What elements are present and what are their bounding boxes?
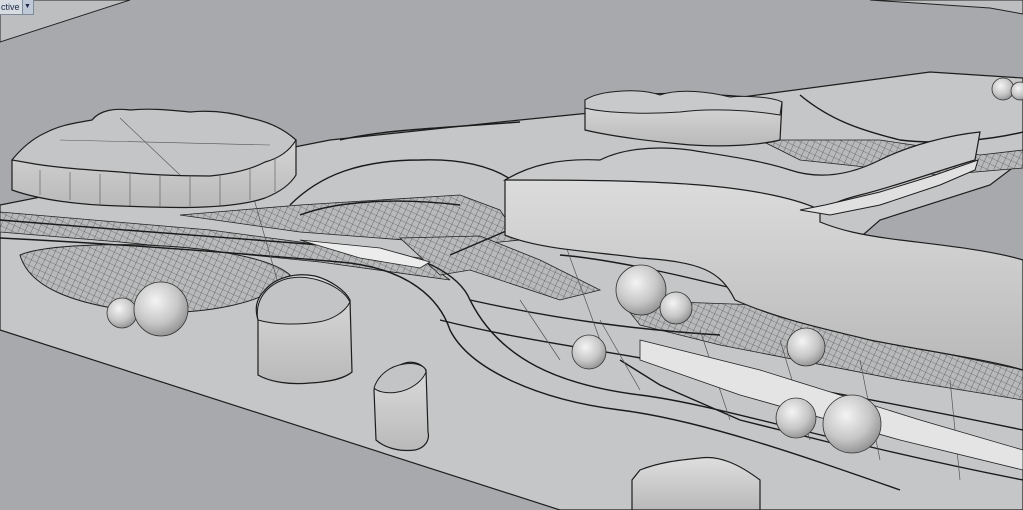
model-scene[interactable] bbox=[0, 0, 1023, 510]
blob-building-center bbox=[255, 274, 353, 385]
viewport-title-label[interactable]: ctive bbox=[0, 1, 22, 13]
blob-building-small bbox=[373, 361, 430, 452]
chevron-down-icon[interactable]: ▼ bbox=[21, 0, 33, 14]
perspective-viewport[interactable]: ctive ▼ bbox=[0, 0, 1023, 510]
building-left bbox=[10, 108, 297, 209]
viewport-title-tab[interactable]: ctive ▼ bbox=[0, 0, 34, 15]
top-right-slab bbox=[869, 0, 1023, 15]
